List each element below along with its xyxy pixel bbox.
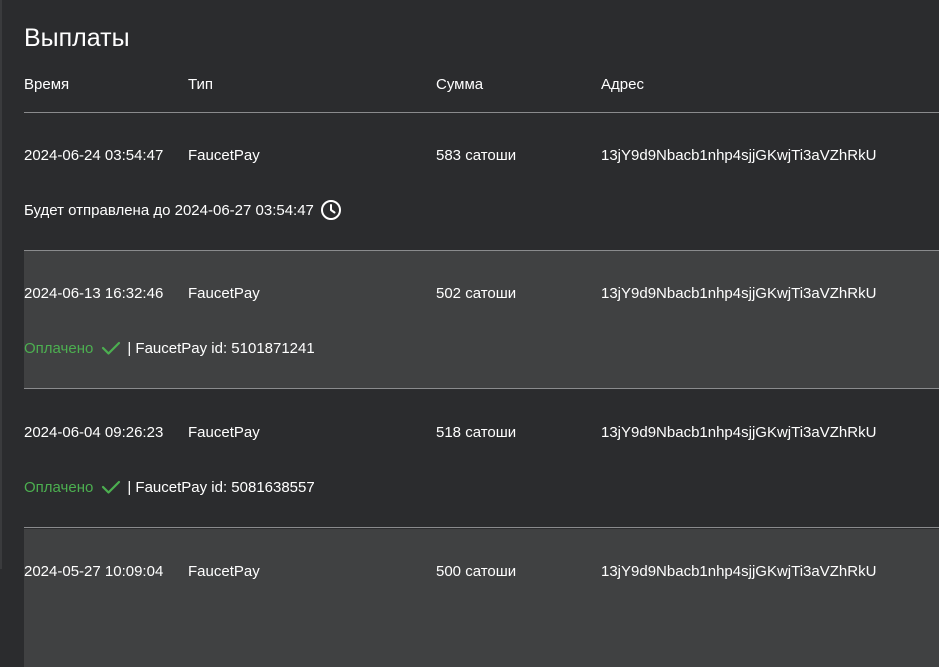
check-icon: [101, 479, 121, 495]
payout-main-row: 2024-05-27 10:09:04 FaucetPay 500 сатоши…: [24, 563, 939, 583]
payout-row: 2024-06-13 16:32:46 FaucetPay 502 сатоши…: [24, 251, 939, 389]
paid-status-text: Оплачено: [24, 339, 94, 357]
header-address: Адрес: [601, 76, 644, 93]
payout-status: Будет отправлена до 2024-06-27 03:54:47: [24, 199, 342, 221]
payout-row: 2024-05-27 10:09:04 FaucetPay 500 сатоши…: [24, 529, 939, 667]
page-title: Выплаты: [24, 24, 130, 52]
header-time: Время: [24, 76, 70, 93]
payout-type: FaucetPay: [188, 563, 260, 580]
payout-amount: 500 сатоши: [436, 563, 517, 580]
payout-main-row: 2024-06-04 09:26:23 FaucetPay 518 сатоши…: [24, 424, 939, 444]
payouts-page: Выплаты Время Тип Сумма Адрес 2024-06-24…: [0, 0, 939, 667]
paid-status-text: Оплачено: [24, 478, 94, 496]
row-divider: [24, 527, 939, 528]
payout-type: FaucetPay: [188, 285, 260, 302]
payout-row: 2024-06-04 09:26:23 FaucetPay 518 сатоши…: [24, 390, 939, 528]
payout-amount: 502 сатоши: [436, 285, 517, 302]
payment-id: | FaucetPay id: 5101871241: [127, 339, 315, 357]
payout-address: 13jY9d9Nbacb1nhp4sjjGKwjTi3aVZhRkU: [601, 563, 877, 580]
header-amount: Сумма: [436, 76, 484, 93]
check-icon: [101, 340, 121, 356]
payout-row: 2024-06-24 03:54:47 FaucetPay 583 сатоши…: [24, 113, 939, 251]
payout-time: 2024-06-24 03:54:47: [24, 147, 164, 164]
clock-icon: [320, 199, 342, 221]
payout-main-row: 2024-06-13 16:32:46 FaucetPay 502 сатоши…: [24, 285, 939, 305]
payout-amount: 518 сатоши: [436, 424, 517, 441]
payout-type: FaucetPay: [188, 147, 260, 164]
payout-status: Оплачено | FaucetPay id: 5101871241: [24, 337, 315, 359]
payout-time: 2024-05-27 10:09:04: [24, 563, 164, 580]
pending-status-text: Будет отправлена до 2024-06-27 03:54:47: [24, 201, 314, 219]
payout-status: Оплачено | FaucetPay id: 5081638557: [24, 476, 315, 498]
header-type: Тип: [188, 76, 214, 93]
payout-main-row: 2024-06-24 03:54:47 FaucetPay 583 сатоши…: [24, 147, 939, 167]
table-header: Время Тип Сумма Адрес: [24, 76, 939, 96]
payout-address: 13jY9d9Nbacb1nhp4sjjGKwjTi3aVZhRkU: [601, 285, 877, 302]
payout-address: 13jY9d9Nbacb1nhp4sjjGKwjTi3aVZhRkU: [601, 424, 877, 441]
payout-address: 13jY9d9Nbacb1nhp4sjjGKwjTi3aVZhRkU: [601, 147, 877, 164]
payment-id: | FaucetPay id: 5081638557: [127, 478, 315, 496]
left-border: [0, 0, 2, 569]
payout-type: FaucetPay: [188, 424, 260, 441]
payout-time: 2024-06-13 16:32:46: [24, 285, 164, 302]
payout-time: 2024-06-04 09:26:23: [24, 424, 164, 441]
payout-amount: 583 сатоши: [436, 147, 517, 164]
row-divider: [24, 388, 939, 389]
